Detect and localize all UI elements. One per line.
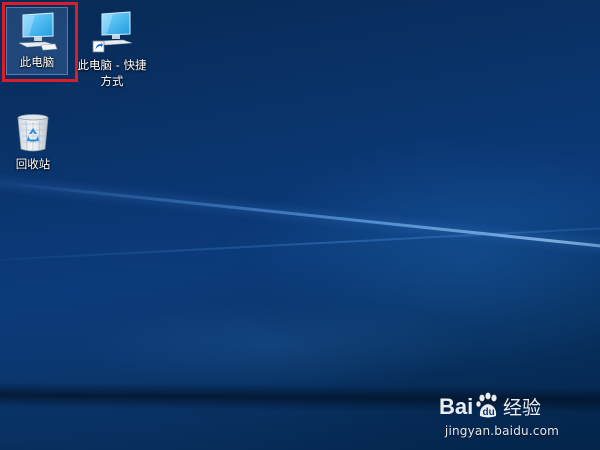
wallpaper-glow (80, 300, 480, 390)
desktop-icon-recycle-bin[interactable]: 回收站 (0, 112, 70, 172)
svg-text:Bai: Bai (439, 394, 473, 419)
wallpaper-light-beam (0, 175, 600, 264)
desktop-icon-label: 此电脑 (19, 55, 55, 69)
computer-icon (18, 12, 58, 51)
baidu-jingyan-watermark: Bai du 经验 jingyan.baidu.com (432, 388, 572, 438)
baidu-logo: Bai du 经验 (439, 392, 541, 419)
desktop-icon-label: 此电脑 - 快捷方式 (77, 58, 147, 88)
desktop-background[interactable]: 此电脑 此电脑 - 快捷方式 回收站 Bai du 经验 jingyan.bai… (0, 0, 600, 450)
svg-text:du: du (483, 407, 495, 418)
desktop-icon-label: 回收站 (15, 157, 51, 171)
computer-shortcut-icon (92, 11, 133, 53)
wallpaper-light-beam (0, 219, 600, 264)
shortcut-arrow-icon (92, 40, 105, 53)
svg-text:经验: 经验 (503, 397, 541, 419)
desktop-icon-this-pc[interactable]: 此电脑 (6, 7, 68, 75)
desktop-icon-this-pc-shortcut[interactable]: 此电脑 - 快捷方式 (76, 9, 148, 89)
recycle-bin-icon (17, 114, 49, 152)
watermark-url: jingyan.baidu.com (444, 424, 560, 438)
